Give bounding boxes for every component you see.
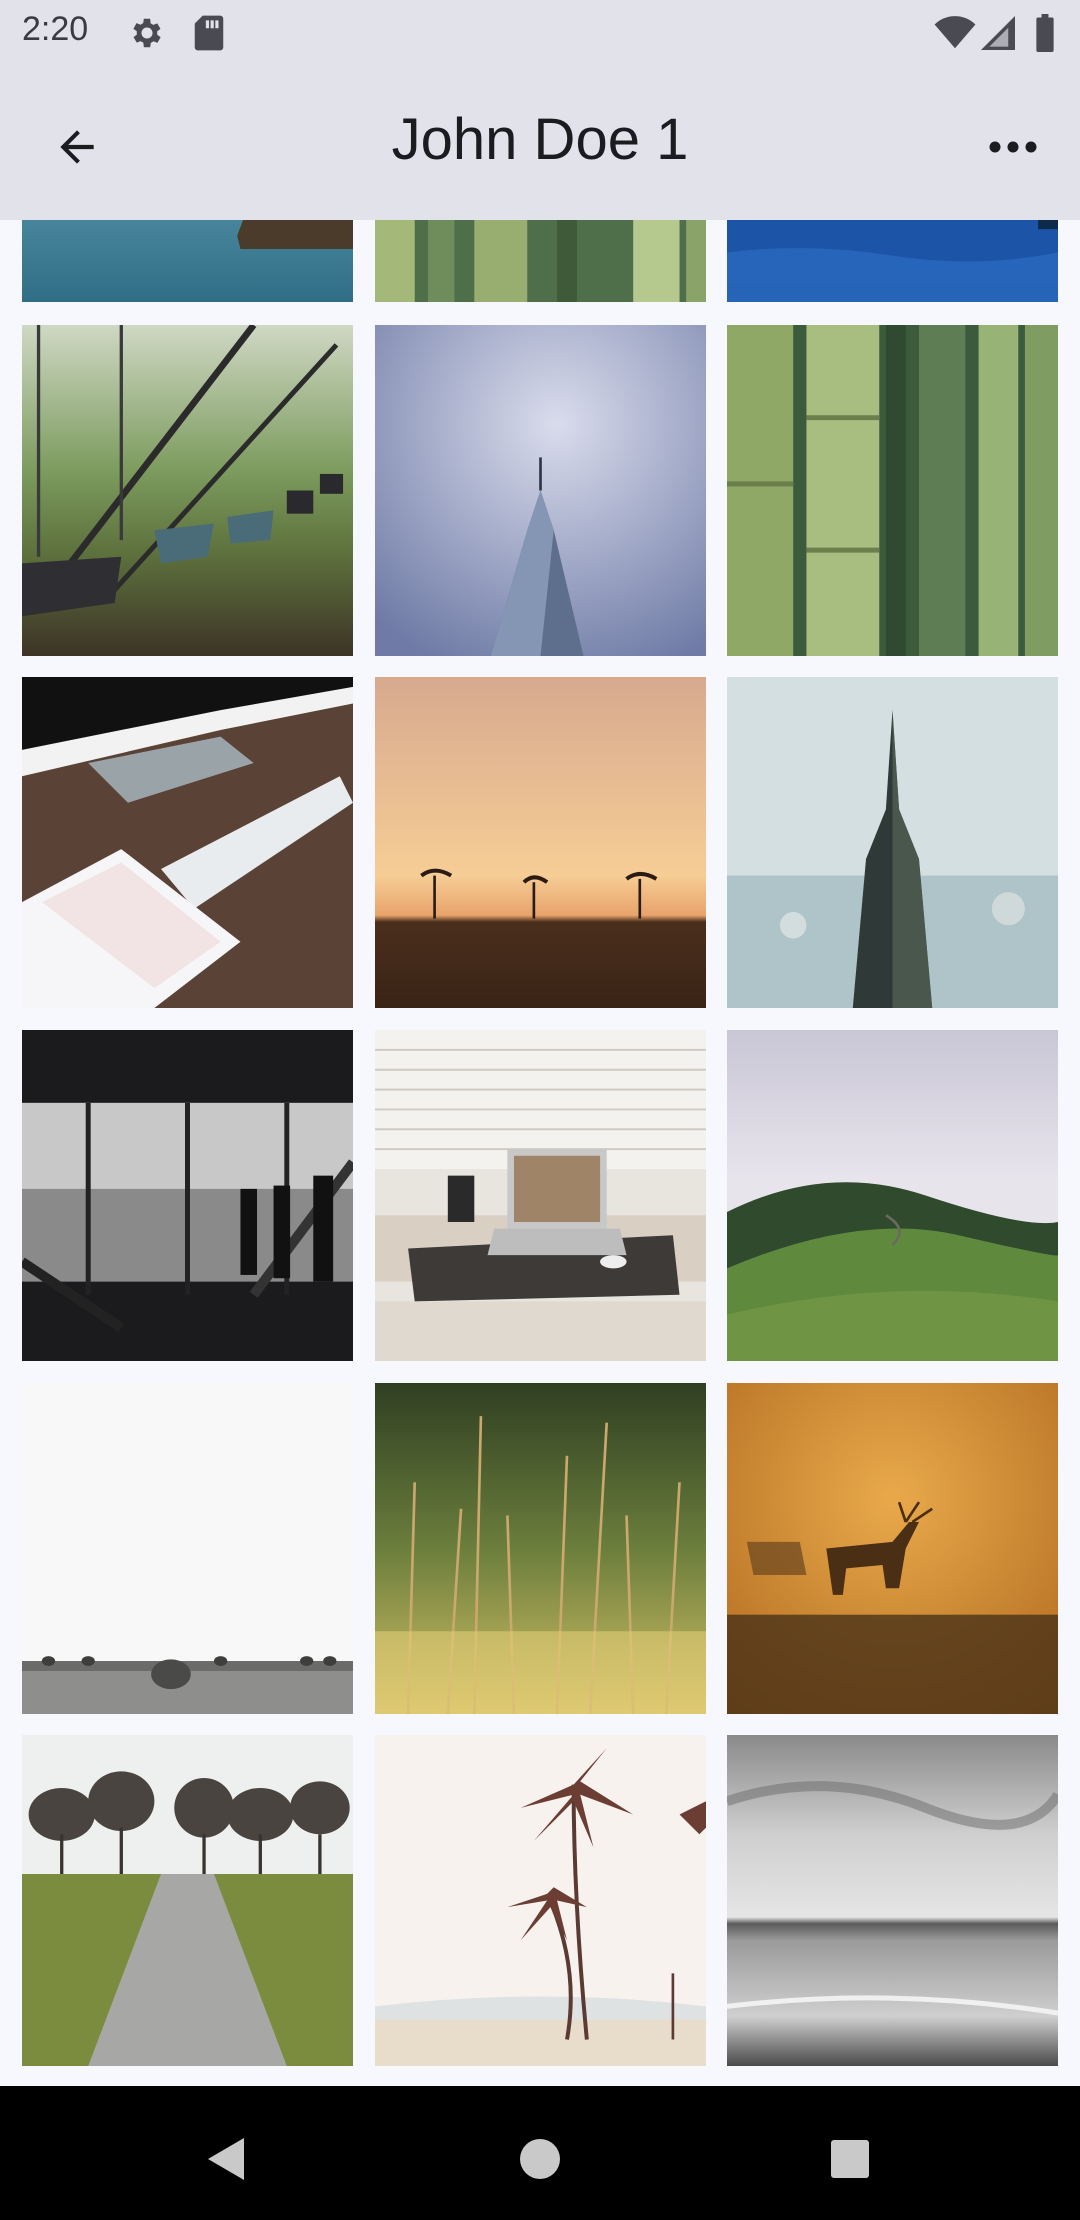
photo-tile-bw-seashore[interactable]	[727, 1735, 1058, 2066]
gear-icon	[128, 14, 166, 57]
photo-tile-skyscraper-tower[interactable]	[375, 325, 706, 656]
wifi-icon	[934, 16, 976, 55]
app-bar: John Doe 1	[0, 66, 1080, 220]
photo-tile-ocean-water[interactable]	[727, 220, 1058, 302]
photo-tile-tree-path[interactable]	[22, 1735, 353, 2066]
photo-tile-deer-fog[interactable]	[727, 1383, 1058, 1714]
more-horiz-icon	[988, 140, 1038, 159]
status-bar: 2:20	[0, 0, 1080, 66]
photo-tile-bamboo-stalks[interactable]	[375, 220, 706, 302]
home-circle-icon	[519, 2138, 561, 2185]
photo-tile-playground-swings[interactable]	[22, 325, 353, 656]
photo-tile-green-hills[interactable]	[727, 1030, 1058, 1361]
nav-back-button[interactable]	[180, 2116, 270, 2206]
photo-tile-sunset-palms[interactable]	[375, 677, 706, 1008]
page-title: John Doe 1	[391, 107, 689, 172]
back-triangle-icon	[204, 2136, 246, 2187]
status-time: 2:20	[22, 10, 89, 48]
photo-tile-wild-grass[interactable]	[375, 1383, 706, 1714]
more-options-button[interactable]	[974, 110, 1052, 188]
photo-tile-lake-rock[interactable]	[22, 220, 353, 302]
photo-tile-bamboo-closeup[interactable]	[727, 325, 1058, 656]
sd-card-icon	[192, 14, 226, 57]
photo-grid[interactable]	[0, 220, 1080, 2086]
photo-tile-laptop-desk[interactable]	[375, 1030, 706, 1361]
photo-tile-desk-keyboard-tablet[interactable]	[22, 677, 353, 1008]
nav-home-button[interactable]	[495, 2116, 585, 2206]
photo-tile-office-window-silhouettes[interactable]	[22, 1030, 353, 1361]
system-navigation-bar	[0, 2086, 1080, 2220]
photo-tile-palm-trees-beach[interactable]	[375, 1735, 706, 2066]
photo-tile-hay-bales-field[interactable]	[22, 1383, 353, 1714]
recents-square-icon	[830, 2139, 870, 2184]
nav-recents-button[interactable]	[805, 2116, 895, 2206]
photo-tile-city-tower-reflection[interactable]	[727, 677, 1058, 1008]
signal-icon	[980, 16, 1016, 55]
battery-icon	[1034, 14, 1056, 57]
